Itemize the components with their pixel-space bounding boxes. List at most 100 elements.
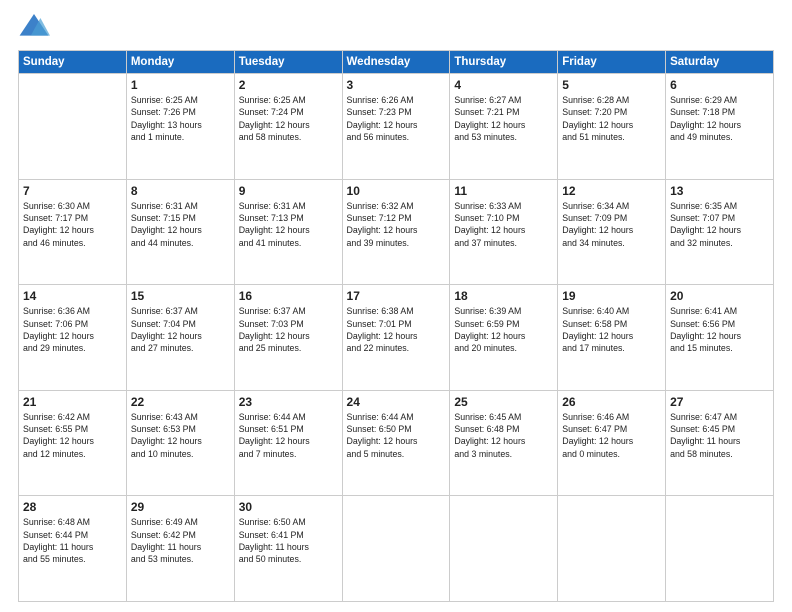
day-info: Sunrise: 6:43 AMSunset: 6:53 PMDaylight:… bbox=[131, 411, 230, 460]
calendar-cell: 19Sunrise: 6:40 AMSunset: 6:58 PMDayligh… bbox=[558, 285, 666, 391]
day-number: 15 bbox=[131, 289, 230, 303]
calendar-week-row: 1Sunrise: 6:25 AMSunset: 7:26 PMDaylight… bbox=[19, 74, 774, 180]
calendar-cell bbox=[342, 496, 450, 602]
day-number: 6 bbox=[670, 78, 769, 92]
calendar-week-row: 21Sunrise: 6:42 AMSunset: 6:55 PMDayligh… bbox=[19, 390, 774, 496]
calendar-cell: 10 Sunrise: 6:32 AMSunset: 7:12 PMDayligh… bbox=[342, 179, 450, 285]
calendar-cell: 26 Sunrise: 6:46 AMSunset: 6:47 PMDayligh… bbox=[558, 390, 666, 496]
weekday-header-row: SundayMondayTuesdayWednesdayThursdayFrid… bbox=[19, 51, 774, 74]
weekday-header: Saturday bbox=[666, 51, 774, 74]
day-number: 7 bbox=[23, 184, 122, 198]
day-info: Sunrise: 6:37 AMSunset: 7:04 PMDaylight:… bbox=[131, 305, 230, 354]
day-info: Sunrise: 6:46 AMSunset: 6:47 PMDaylight:… bbox=[562, 411, 661, 460]
day-number: 8 bbox=[131, 184, 230, 198]
day-number: 11 bbox=[454, 184, 553, 198]
day-info: Sunrise: 6:45 AMSunset: 6:48 PMDaylight:… bbox=[454, 411, 553, 460]
day-number: 14 bbox=[23, 289, 122, 303]
day-info: Sunrise: 6:47 AMSunset: 6:45 PMDaylight:… bbox=[670, 411, 769, 460]
day-info: Sunrise: 6:36 AMSunset: 7:06 PMDaylight:… bbox=[23, 305, 122, 354]
day-number: 19 bbox=[562, 289, 661, 303]
day-number: 22 bbox=[131, 395, 230, 409]
page: SundayMondayTuesdayWednesdayThursdayFrid… bbox=[0, 0, 792, 612]
calendar-cell: 6 Sunrise: 6:29 AMSunset: 7:18 PMDaylight… bbox=[666, 74, 774, 180]
calendar-cell: 28Sunrise: 6:48 AMSunset: 6:44 PMDayligh… bbox=[19, 496, 127, 602]
day-info: Sunrise: 6:39 AMSunset: 6:59 PMDaylight:… bbox=[454, 305, 553, 354]
calendar-cell: 30 Sunrise: 6:50 AMSunset: 6:41 PMDayligh… bbox=[234, 496, 342, 602]
calendar-cell bbox=[450, 496, 558, 602]
day-info: Sunrise: 6:41 AMSunset: 6:56 PMDaylight:… bbox=[670, 305, 769, 354]
day-number: 23 bbox=[239, 395, 338, 409]
calendar-cell: 8 Sunrise: 6:31 AMSunset: 7:15 PMDaylight… bbox=[126, 179, 234, 285]
calendar-cell: 2 Sunrise: 6:25 AMSunset: 7:24 PMDaylight… bbox=[234, 74, 342, 180]
day-info: Sunrise: 6:25 AMSunset: 7:24 PMDaylight:… bbox=[239, 94, 338, 143]
day-number: 2 bbox=[239, 78, 338, 92]
day-number: 27 bbox=[670, 395, 769, 409]
day-info: Sunrise: 6:35 AMSunset: 7:07 PMDaylight:… bbox=[670, 200, 769, 249]
calendar-week-row: 7 Sunrise: 6:30 AMSunset: 7:17 PMDaylight… bbox=[19, 179, 774, 285]
day-number: 26 bbox=[562, 395, 661, 409]
weekday-header: Friday bbox=[558, 51, 666, 74]
day-info: Sunrise: 6:28 AMSunset: 7:20 PMDaylight:… bbox=[562, 94, 661, 143]
day-info: Sunrise: 6:33 AMSunset: 7:10 PMDaylight:… bbox=[454, 200, 553, 249]
calendar-cell: 29 Sunrise: 6:49 AMSunset: 6:42 PMDayligh… bbox=[126, 496, 234, 602]
day-number: 18 bbox=[454, 289, 553, 303]
day-info: Sunrise: 6:44 AMSunset: 6:51 PMDaylight:… bbox=[239, 411, 338, 460]
day-info: Sunrise: 6:38 AMSunset: 7:01 PMDaylight:… bbox=[347, 305, 446, 354]
calendar-cell bbox=[558, 496, 666, 602]
calendar-cell: 3 Sunrise: 6:26 AMSunset: 7:23 PMDaylight… bbox=[342, 74, 450, 180]
calendar-cell: 11 Sunrise: 6:33 AMSunset: 7:10 PMDayligh… bbox=[450, 179, 558, 285]
calendar-cell: 7 Sunrise: 6:30 AMSunset: 7:17 PMDaylight… bbox=[19, 179, 127, 285]
calendar-cell bbox=[19, 74, 127, 180]
calendar-cell: 13 Sunrise: 6:35 AMSunset: 7:07 PMDayligh… bbox=[666, 179, 774, 285]
header bbox=[18, 10, 774, 42]
weekday-header: Monday bbox=[126, 51, 234, 74]
calendar-cell: 9 Sunrise: 6:31 AMSunset: 7:13 PMDaylight… bbox=[234, 179, 342, 285]
calendar-cell: 23 Sunrise: 6:44 AMSunset: 6:51 PMDayligh… bbox=[234, 390, 342, 496]
weekday-header: Tuesday bbox=[234, 51, 342, 74]
logo-icon bbox=[18, 10, 50, 42]
weekday-header: Sunday bbox=[19, 51, 127, 74]
day-number: 13 bbox=[670, 184, 769, 198]
calendar-cell: 12Sunrise: 6:34 AMSunset: 7:09 PMDayligh… bbox=[558, 179, 666, 285]
day-number: 10 bbox=[347, 184, 446, 198]
calendar-cell: 18 Sunrise: 6:39 AMSunset: 6:59 PMDayligh… bbox=[450, 285, 558, 391]
day-info: Sunrise: 6:29 AMSunset: 7:18 PMDaylight:… bbox=[670, 94, 769, 143]
day-number: 29 bbox=[131, 500, 230, 514]
logo bbox=[18, 10, 54, 42]
day-number: 24 bbox=[347, 395, 446, 409]
day-info: Sunrise: 6:42 AMSunset: 6:55 PMDaylight:… bbox=[23, 411, 122, 460]
calendar-cell: 21Sunrise: 6:42 AMSunset: 6:55 PMDayligh… bbox=[19, 390, 127, 496]
day-number: 16 bbox=[239, 289, 338, 303]
calendar-cell: 22 Sunrise: 6:43 AMSunset: 6:53 PMDayligh… bbox=[126, 390, 234, 496]
day-info: Sunrise: 6:32 AMSunset: 7:12 PMDaylight:… bbox=[347, 200, 446, 249]
weekday-header: Wednesday bbox=[342, 51, 450, 74]
day-info: Sunrise: 6:30 AMSunset: 7:17 PMDaylight:… bbox=[23, 200, 122, 249]
day-number: 17 bbox=[347, 289, 446, 303]
day-info: Sunrise: 6:50 AMSunset: 6:41 PMDaylight:… bbox=[239, 516, 338, 565]
day-info: Sunrise: 6:27 AMSunset: 7:21 PMDaylight:… bbox=[454, 94, 553, 143]
calendar-cell: 24 Sunrise: 6:44 AMSunset: 6:50 PMDayligh… bbox=[342, 390, 450, 496]
day-info: Sunrise: 6:25 AMSunset: 7:26 PMDaylight:… bbox=[131, 94, 230, 143]
weekday-header: Thursday bbox=[450, 51, 558, 74]
calendar-cell: 20 Sunrise: 6:41 AMSunset: 6:56 PMDayligh… bbox=[666, 285, 774, 391]
calendar-cell: 5Sunrise: 6:28 AMSunset: 7:20 PMDaylight… bbox=[558, 74, 666, 180]
calendar-table: SundayMondayTuesdayWednesdayThursdayFrid… bbox=[18, 50, 774, 602]
day-number: 3 bbox=[347, 78, 446, 92]
day-info: Sunrise: 6:31 AMSunset: 7:15 PMDaylight:… bbox=[131, 200, 230, 249]
day-number: 25 bbox=[454, 395, 553, 409]
calendar-cell: 14 Sunrise: 6:36 AMSunset: 7:06 PMDayligh… bbox=[19, 285, 127, 391]
day-info: Sunrise: 6:31 AMSunset: 7:13 PMDaylight:… bbox=[239, 200, 338, 249]
day-info: Sunrise: 6:26 AMSunset: 7:23 PMDaylight:… bbox=[347, 94, 446, 143]
day-number: 9 bbox=[239, 184, 338, 198]
day-info: Sunrise: 6:44 AMSunset: 6:50 PMDaylight:… bbox=[347, 411, 446, 460]
calendar-cell: 25 Sunrise: 6:45 AMSunset: 6:48 PMDayligh… bbox=[450, 390, 558, 496]
calendar-week-row: 28Sunrise: 6:48 AMSunset: 6:44 PMDayligh… bbox=[19, 496, 774, 602]
calendar-cell: 27 Sunrise: 6:47 AMSunset: 6:45 PMDayligh… bbox=[666, 390, 774, 496]
day-number: 30 bbox=[239, 500, 338, 514]
calendar-cell: 16Sunrise: 6:37 AMSunset: 7:03 PMDayligh… bbox=[234, 285, 342, 391]
day-info: Sunrise: 6:49 AMSunset: 6:42 PMDaylight:… bbox=[131, 516, 230, 565]
calendar-week-row: 14 Sunrise: 6:36 AMSunset: 7:06 PMDayligh… bbox=[19, 285, 774, 391]
day-number: 20 bbox=[670, 289, 769, 303]
day-number: 28 bbox=[23, 500, 122, 514]
calendar-cell: 15 Sunrise: 6:37 AMSunset: 7:04 PMDayligh… bbox=[126, 285, 234, 391]
